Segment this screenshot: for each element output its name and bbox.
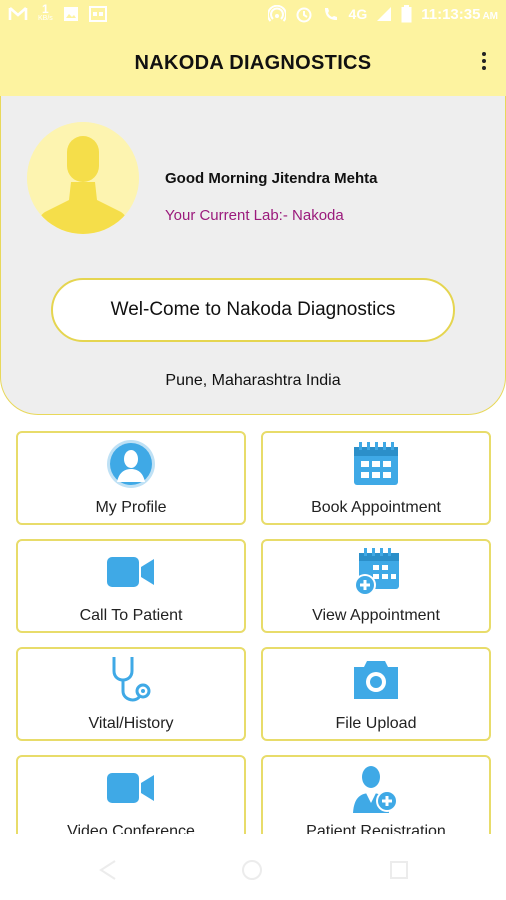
- app-title: NAKODA DIAGNOSTICS: [134, 52, 372, 74]
- doctor-add-icon: [353, 766, 398, 813]
- profile-icon: [107, 440, 155, 488]
- back-icon[interactable]: [98, 859, 118, 881]
- alarm-icon: [296, 7, 312, 23]
- camera-icon: [354, 661, 398, 699]
- tile-label: Call To Patient: [79, 607, 183, 624]
- tile-label: File Upload: [335, 715, 417, 732]
- tile-label: Book Appointment: [311, 499, 441, 516]
- network-type: 4G: [348, 6, 368, 22]
- book-appointment-tile[interactable]: Book Appointment: [261, 431, 491, 525]
- tile-label: Vital/History: [88, 715, 174, 732]
- app-bar: NAKODA DIAGNOSTICS: [0, 30, 506, 96]
- header-card: Good Morning Jitendra Mehta Your Current…: [0, 96, 506, 415]
- clock: 11:13:35 AM: [421, 5, 498, 23]
- current-lab-text: Your Current Lab:- Nakoda: [165, 207, 344, 224]
- video-camera-icon: [107, 557, 154, 587]
- view-appointment-tile[interactable]: View Appointment: [261, 539, 491, 633]
- signal-icon: [377, 7, 392, 21]
- vital-history-tile[interactable]: Vital/History: [16, 647, 246, 741]
- calendar-add-icon: [354, 548, 399, 596]
- stethoscope-icon: [112, 657, 151, 702]
- battery-icon: [401, 5, 412, 23]
- home-icon[interactable]: [241, 859, 263, 881]
- gmail-icon: [8, 7, 28, 20]
- screenshot-icon: [88, 6, 107, 22]
- recents-icon[interactable]: [389, 860, 409, 880]
- video-camera-icon: [107, 773, 154, 803]
- user-silhouette-icon: [27, 122, 139, 234]
- greeting-text: Good Morning Jitendra Mehta: [165, 170, 378, 187]
- volte-call-icon: [324, 8, 337, 20]
- image-icon: [63, 7, 78, 21]
- data-speed: 1 KB/s: [38, 2, 53, 22]
- tile-label: My Profile: [95, 499, 167, 516]
- call-to-patient-tile[interactable]: Call To Patient: [16, 539, 246, 633]
- calendar-icon: [354, 442, 398, 485]
- status-bar: 1 KB/s 4G 11:13:35 AM: [0, 0, 506, 30]
- hotspot-icon: [267, 5, 286, 22]
- avatar[interactable]: [27, 122, 139, 234]
- file-upload-tile[interactable]: File Upload: [261, 647, 491, 741]
- my-profile-tile[interactable]: My Profile: [16, 431, 246, 525]
- tile-label: View Appointment: [312, 607, 440, 624]
- welcome-button[interactable]: Wel-Come to Nakoda Diagnostics: [51, 278, 455, 342]
- system-nav-bar: [0, 834, 506, 900]
- overflow-menu-icon[interactable]: [480, 52, 488, 74]
- location-text: Pune, Maharashtra India: [165, 372, 341, 389]
